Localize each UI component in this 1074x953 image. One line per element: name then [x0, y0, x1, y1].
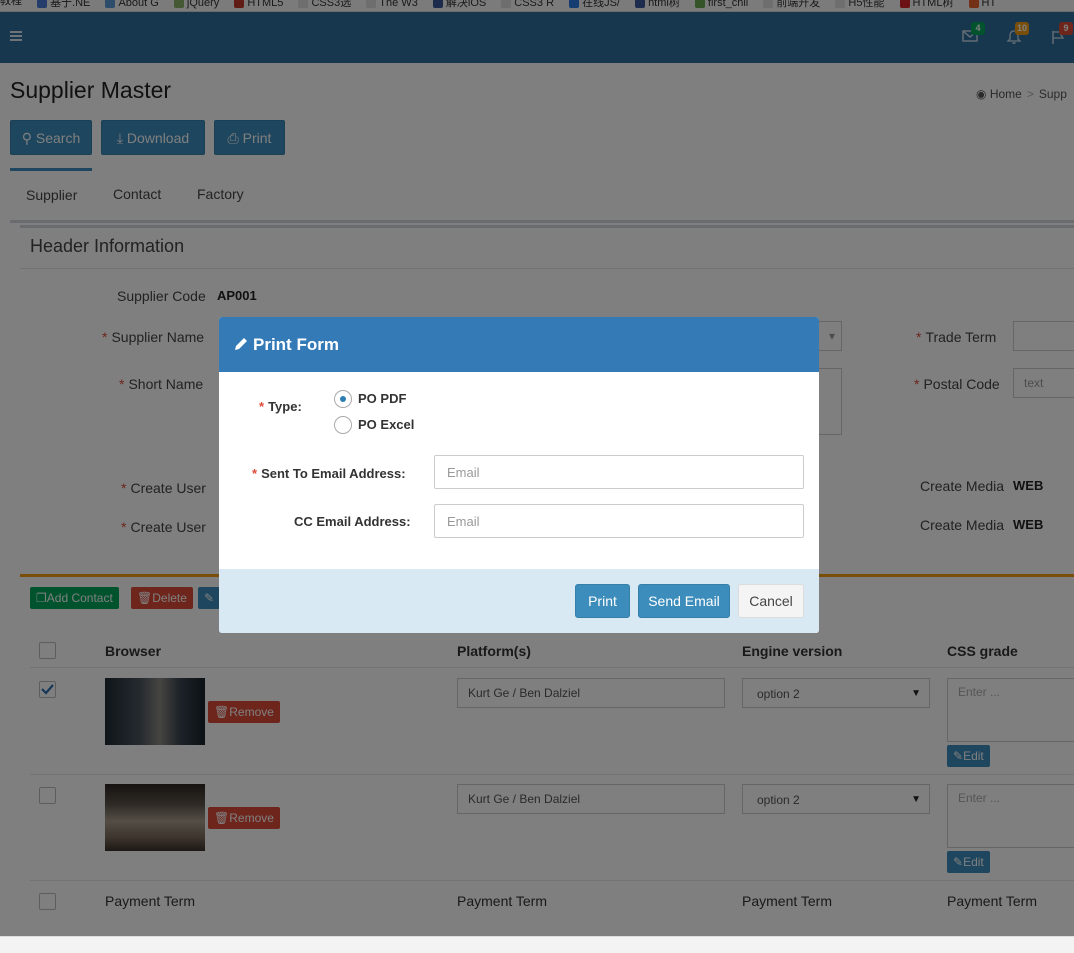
cc-email-input[interactable]	[434, 504, 804, 538]
print-submit-button[interactable]: Print	[575, 584, 630, 618]
modal-title: Print Form	[253, 335, 339, 354]
cc-email-label: CC Email Address:	[294, 514, 411, 529]
modal-header: Print Form	[219, 317, 819, 372]
type-radio-po-pdf[interactable]	[334, 390, 352, 408]
cancel-button[interactable]: Cancel	[738, 584, 804, 618]
status-bar	[0, 936, 1074, 953]
type-option-label[interactable]: PO PDF	[358, 391, 406, 406]
type-label-text: Type:	[268, 399, 302, 414]
type-radio-po-excel[interactable]	[334, 416, 352, 434]
modal-footer: Print Send Email Cancel	[219, 569, 819, 633]
pencil-icon	[235, 338, 247, 350]
print-form-dialog: Print Form * Type: PO PDF PO Excel * Sent …	[219, 317, 819, 633]
send-email-button[interactable]: Send Email	[638, 584, 730, 618]
type-label: * Type:	[259, 399, 302, 414]
sent-to-email-label-text: Sent To Email Address:	[261, 466, 406, 481]
sent-to-email-input[interactable]	[434, 455, 804, 489]
type-option-label[interactable]: PO Excel	[358, 417, 414, 432]
sent-to-email-label: * Sent To Email Address:	[252, 466, 406, 481]
